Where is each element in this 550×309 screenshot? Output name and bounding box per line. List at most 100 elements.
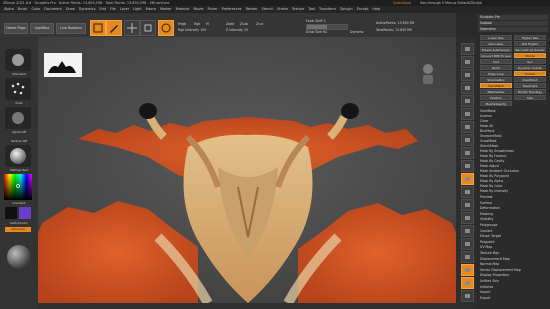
lightbox-button[interactable]: LightBox	[30, 23, 54, 34]
subpalette-import[interactable]: Import	[480, 290, 491, 294]
masking-growmask[interactable]: GrowMask	[480, 139, 496, 143]
zcut-toggle[interactable]: Zcut	[256, 22, 263, 26]
menu-material[interactable]: Material	[176, 7, 190, 11]
stroke-selector[interactable]	[5, 78, 31, 100]
geometry-meshintegrity-button[interactable]: MeshIntegrity	[480, 101, 512, 106]
material-selector[interactable]	[5, 145, 31, 167]
subpalette-normal-map[interactable]: Normal Map	[480, 262, 499, 266]
focal-shift-label[interactable]: Focal Shift 0	[306, 19, 326, 23]
geometry-edge-loop-button[interactable]: Edge Loop	[480, 71, 512, 76]
rightbar-spix-3-button[interactable]	[461, 56, 474, 68]
menu-file[interactable]: File	[110, 7, 116, 11]
rightbar-floor-button[interactable]	[461, 134, 474, 146]
m-toggle[interactable]: M	[206, 22, 209, 26]
brush-selector[interactable]	[5, 49, 31, 71]
masking-mask-by-intensity[interactable]: Mask By Intensity	[480, 189, 508, 193]
rightbar-aahalf-button[interactable]	[461, 108, 474, 120]
masking-viewmask[interactable]: ViewMask	[480, 109, 496, 113]
rightbar-actual-button[interactable]	[461, 95, 474, 107]
menu-draw[interactable]: Draw	[66, 7, 75, 11]
subpalette-polypaint[interactable]: Polypaint	[480, 240, 495, 244]
geometry-smt-button[interactable]: Smt	[480, 59, 512, 64]
geometry-del-higher-button[interactable]: Del Higher	[514, 41, 546, 46]
rightbar-rotate-button[interactable]	[461, 212, 474, 224]
rightbar-polyf-button[interactable]	[461, 238, 474, 250]
subpalette-masking[interactable]: Masking	[480, 212, 493, 216]
secondary-color-swatch[interactable]	[19, 207, 31, 219]
menu-marker[interactable]: Marker	[160, 7, 172, 11]
menu-document[interactable]: Document	[44, 7, 62, 11]
menu-color[interactable]: Color	[31, 7, 40, 11]
edit-tool-button[interactable]	[90, 20, 106, 36]
rightbar-solo-button[interactable]	[461, 277, 474, 289]
menu-render[interactable]: Render	[246, 7, 258, 11]
geometry-divide-button[interactable]: Divide	[514, 53, 546, 58]
rightbar-scale-button[interactable]	[461, 199, 474, 211]
geometry-lower-res-button[interactable]: Lower Res	[480, 35, 512, 40]
geometry-suv-button[interactable]: Suv	[514, 59, 546, 64]
rgb-intensity-label[interactable]: Rgb Intensity 100	[178, 28, 206, 32]
color-picker[interactable]	[4, 174, 32, 200]
menu-picker[interactable]: Picker	[208, 7, 218, 11]
masking-sharpenmask[interactable]: SharpenMask	[480, 134, 502, 138]
rightbar-l-sym-button[interactable]	[461, 160, 474, 172]
geometry-reuv-button[interactable]: ReUV	[480, 65, 512, 70]
masking-mask-by-feature[interactable]: Mask By Feature	[480, 154, 506, 158]
rightbar-ghost-button[interactable]	[461, 264, 474, 276]
geometry-claypolish-button[interactable]: ClayPolish	[514, 77, 546, 82]
home-page-button[interactable]: Home Page	[4, 23, 28, 34]
menu-zplugin[interactable]: Zplugin	[340, 7, 353, 11]
subpalette-preview[interactable]: Preview	[480, 195, 492, 199]
rightbar-frame-button[interactable]	[461, 173, 474, 185]
rightbar-bpr-button[interactable]	[461, 43, 474, 55]
subpalette-contact[interactable]: Contact	[480, 229, 492, 233]
menu-transform[interactable]: Transform	[319, 7, 336, 11]
rightbar-scroll-button[interactable]	[461, 69, 474, 81]
header-subtool[interactable]: Subtool	[478, 21, 548, 26]
masking-clear[interactable]: Clear	[480, 119, 488, 123]
subpalette-unified-skin[interactable]: Unified Skin	[480, 279, 499, 283]
rightbar-xpose-button[interactable]	[461, 290, 474, 302]
subpalette-vector-displacement-map[interactable]: Vector Displacement Map	[480, 268, 521, 272]
subpalette-uv-map[interactable]: UV Map	[480, 245, 492, 249]
header-geometry[interactable]: Geometry	[478, 27, 548, 32]
zsub-toggle[interactable]: Zsub	[240, 22, 248, 26]
masking-blurmask[interactable]: BlurMask	[480, 129, 495, 133]
scale-tool-button[interactable]	[140, 20, 156, 36]
masking-mask-by-color[interactable]: Mask By Color	[480, 184, 503, 188]
rotate-tool-button[interactable]	[158, 20, 174, 36]
geometry-zremesher-button[interactable]: ZRemesher	[480, 89, 512, 94]
zadd-toggle[interactable]: Zadd	[226, 22, 234, 26]
geometry-modify-topology-button[interactable]: Modify Topology	[514, 89, 546, 94]
geometry-dynamic-subdiv-button[interactable]: Dynamic Subdiv	[514, 65, 546, 70]
subpalette-export[interactable]: Export	[480, 296, 490, 300]
draw-tool-button[interactable]	[106, 20, 122, 36]
masking-mask-by-smoothness[interactable]: Mask By Smoothness	[480, 149, 514, 153]
menu-stroke[interactable]: Stroke	[277, 7, 288, 11]
masking-mask-ambient-occlusion[interactable]: Mask Ambient Occlusion	[480, 169, 519, 173]
menu-tool[interactable]: Tool	[308, 7, 315, 11]
menu-help[interactable]: Help	[372, 7, 380, 11]
live-boolean-button[interactable]: Live Boolean	[56, 23, 86, 34]
viewport-canvas[interactable]	[38, 37, 456, 303]
masking-shrinkmask[interactable]: ShrinkMask	[480, 144, 498, 148]
z-intensity-label[interactable]: Z Intensity 25	[226, 28, 248, 32]
geometry-shadowbox-button[interactable]: ShadowBox	[480, 77, 512, 82]
subpalette-morph-target[interactable]: Morph Target	[480, 234, 501, 238]
primary-color-swatch[interactable]	[5, 207, 17, 219]
gradient-label[interactable]: Gradient	[2, 201, 36, 205]
masking-mask-by-polypaint[interactable]: Mask By Polypaint	[480, 174, 509, 178]
move-tool-button[interactable]	[124, 20, 140, 36]
subpalette-display-properties[interactable]: Display Properties	[480, 273, 509, 277]
geometry-tessimate-button[interactable]: Tessimate	[514, 83, 546, 88]
geometry-position-button[interactable]: Position	[480, 95, 512, 100]
rightbar-zoom-button[interactable]	[461, 82, 474, 94]
masking-mask-by-cavity[interactable]: Mask By Cavity	[480, 159, 504, 163]
geometry-higher-res-button[interactable]: Higher Res	[514, 35, 546, 40]
header-sculptris[interactable]: Sculptris Pro	[478, 15, 548, 20]
subpalette-visibility[interactable]: Visibility	[480, 217, 493, 221]
alpha-selector[interactable]	[5, 107, 31, 129]
masking-mask-all[interactable]: Mask All	[480, 124, 493, 128]
subpalette-deformation[interactable]: Deformation	[480, 206, 500, 210]
subpalette-surface[interactable]: Surface	[480, 201, 492, 205]
